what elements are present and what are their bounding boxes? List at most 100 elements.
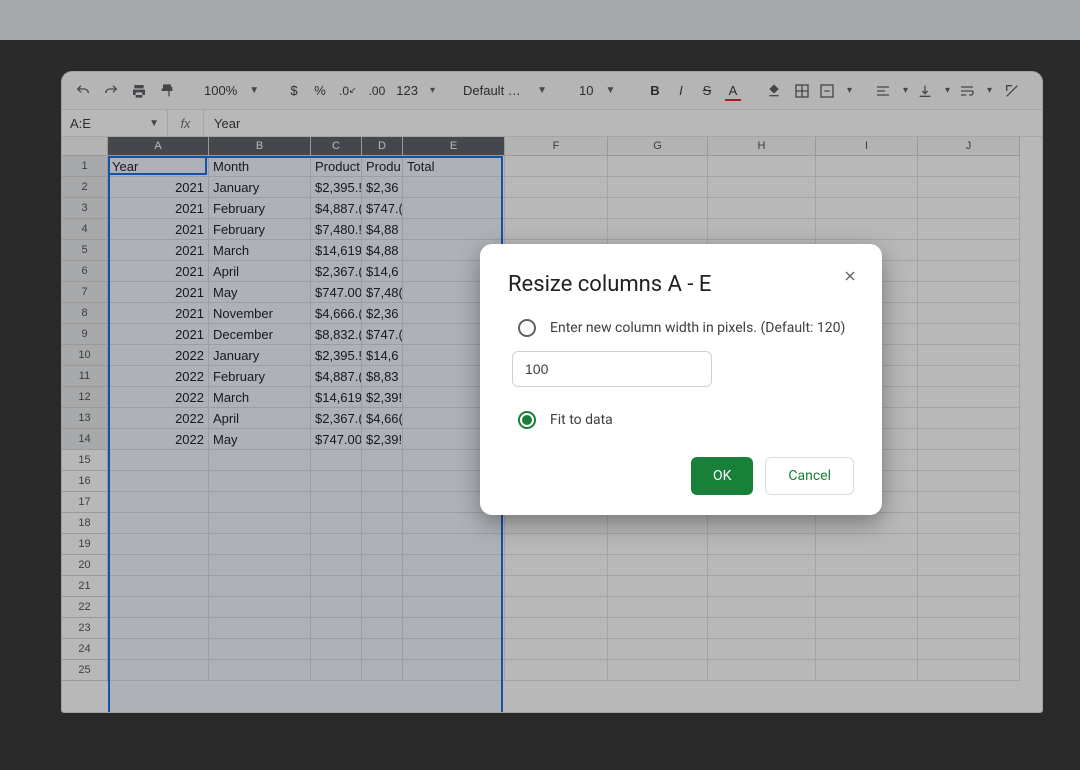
- cell[interactable]: [708, 618, 816, 639]
- cell[interactable]: 2021: [108, 219, 209, 240]
- column-header-D[interactable]: D: [362, 137, 403, 156]
- cell[interactable]: [505, 555, 608, 576]
- cell[interactable]: [403, 219, 505, 240]
- cell[interactable]: [311, 576, 362, 597]
- cell[interactable]: [708, 219, 816, 240]
- cell[interactable]: [403, 639, 505, 660]
- cell[interactable]: [918, 366, 1020, 387]
- row-header[interactable]: 3: [62, 198, 108, 219]
- cancel-button[interactable]: Cancel: [765, 457, 854, 495]
- cell[interactable]: [608, 219, 708, 240]
- cell[interactable]: [362, 471, 403, 492]
- row-header[interactable]: 13: [62, 408, 108, 429]
- cell[interactable]: [403, 177, 505, 198]
- row-header[interactable]: 8: [62, 303, 108, 324]
- cell[interactable]: [816, 513, 918, 534]
- cell[interactable]: $2,36: [362, 303, 403, 324]
- cell[interactable]: [816, 639, 918, 660]
- cell[interactable]: [918, 471, 1020, 492]
- column-header-G[interactable]: G: [608, 137, 708, 156]
- cell[interactable]: February: [209, 366, 311, 387]
- cell[interactable]: [708, 597, 816, 618]
- cell[interactable]: [608, 177, 708, 198]
- borders-button[interactable]: [789, 79, 815, 103]
- cell[interactable]: 2021: [108, 324, 209, 345]
- cell[interactable]: $14,6: [362, 261, 403, 282]
- cell[interactable]: [918, 639, 1020, 660]
- radio-enter-width[interactable]: [518, 319, 536, 337]
- cell[interactable]: [108, 513, 209, 534]
- cell[interactable]: [403, 555, 505, 576]
- cell[interactable]: Produ: [362, 156, 403, 177]
- row-header[interactable]: 20: [62, 555, 108, 576]
- zoom-dropdown[interactable]: 100%▼: [196, 79, 266, 102]
- cell[interactable]: [209, 597, 311, 618]
- column-header-A[interactable]: A: [108, 137, 209, 156]
- row-header[interactable]: 6: [62, 261, 108, 282]
- format-percent-button[interactable]: %: [308, 79, 332, 103]
- text-rotation-button[interactable]: [999, 79, 1025, 103]
- cell[interactable]: $747.(: [362, 324, 403, 345]
- cell[interactable]: [608, 198, 708, 219]
- cell[interactable]: $2,39!: [362, 387, 403, 408]
- cell[interactable]: [362, 450, 403, 471]
- cell[interactable]: $747.00: [311, 282, 362, 303]
- cell[interactable]: [209, 492, 311, 513]
- cell[interactable]: [918, 618, 1020, 639]
- cell[interactable]: $4,887.(: [311, 366, 362, 387]
- cell[interactable]: [918, 324, 1020, 345]
- cell[interactable]: [918, 429, 1020, 450]
- cell[interactable]: $8,832.(: [311, 324, 362, 345]
- cell[interactable]: January: [209, 345, 311, 366]
- cell[interactable]: Month: [209, 156, 311, 177]
- cell[interactable]: [816, 597, 918, 618]
- cell[interactable]: [608, 156, 708, 177]
- cell[interactable]: [505, 660, 608, 681]
- column-width-input[interactable]: [512, 351, 712, 387]
- radio-fit-to-data[interactable]: [518, 411, 536, 429]
- cell[interactable]: [505, 576, 608, 597]
- bold-button[interactable]: B: [643, 79, 667, 103]
- cell[interactable]: March: [209, 387, 311, 408]
- cell[interactable]: [362, 555, 403, 576]
- cell[interactable]: [505, 597, 608, 618]
- cell[interactable]: $2,367.(: [311, 408, 362, 429]
- cell[interactable]: [608, 555, 708, 576]
- column-header-H[interactable]: H: [708, 137, 816, 156]
- cell[interactable]: [362, 597, 403, 618]
- cell[interactable]: [505, 198, 608, 219]
- cell[interactable]: $2,395.!: [311, 177, 362, 198]
- cell[interactable]: [918, 156, 1020, 177]
- cell[interactable]: 2022: [108, 366, 209, 387]
- cell[interactable]: Total: [403, 156, 505, 177]
- cell[interactable]: [918, 345, 1020, 366]
- cell[interactable]: [708, 660, 816, 681]
- cell[interactable]: [918, 513, 1020, 534]
- cell[interactable]: [108, 660, 209, 681]
- row-header[interactable]: 14: [62, 429, 108, 450]
- cell[interactable]: $14,619: [311, 387, 362, 408]
- cell[interactable]: [362, 513, 403, 534]
- cell[interactable]: $14,6: [362, 345, 403, 366]
- row-header[interactable]: 10: [62, 345, 108, 366]
- row-header[interactable]: 23: [62, 618, 108, 639]
- cell[interactable]: [918, 555, 1020, 576]
- cell[interactable]: [403, 576, 505, 597]
- vertical-align-dropdown[interactable]: ▾: [915, 79, 955, 103]
- cell[interactable]: [362, 639, 403, 660]
- select-all-corner[interactable]: [62, 137, 108, 156]
- cell[interactable]: [608, 639, 708, 660]
- cell[interactable]: [918, 303, 1020, 324]
- ok-button[interactable]: OK: [691, 457, 753, 495]
- cell[interactable]: $14,619: [311, 240, 362, 261]
- row-header[interactable]: 9: [62, 324, 108, 345]
- italic-button[interactable]: I: [669, 79, 693, 103]
- cell[interactable]: $7,48(: [362, 282, 403, 303]
- cell[interactable]: April: [209, 261, 311, 282]
- cell[interactable]: $4,66(: [362, 408, 403, 429]
- cell[interactable]: [918, 198, 1020, 219]
- row-header[interactable]: 2: [62, 177, 108, 198]
- cell[interactable]: [311, 492, 362, 513]
- cell[interactable]: [311, 555, 362, 576]
- cell[interactable]: $2,367.(: [311, 261, 362, 282]
